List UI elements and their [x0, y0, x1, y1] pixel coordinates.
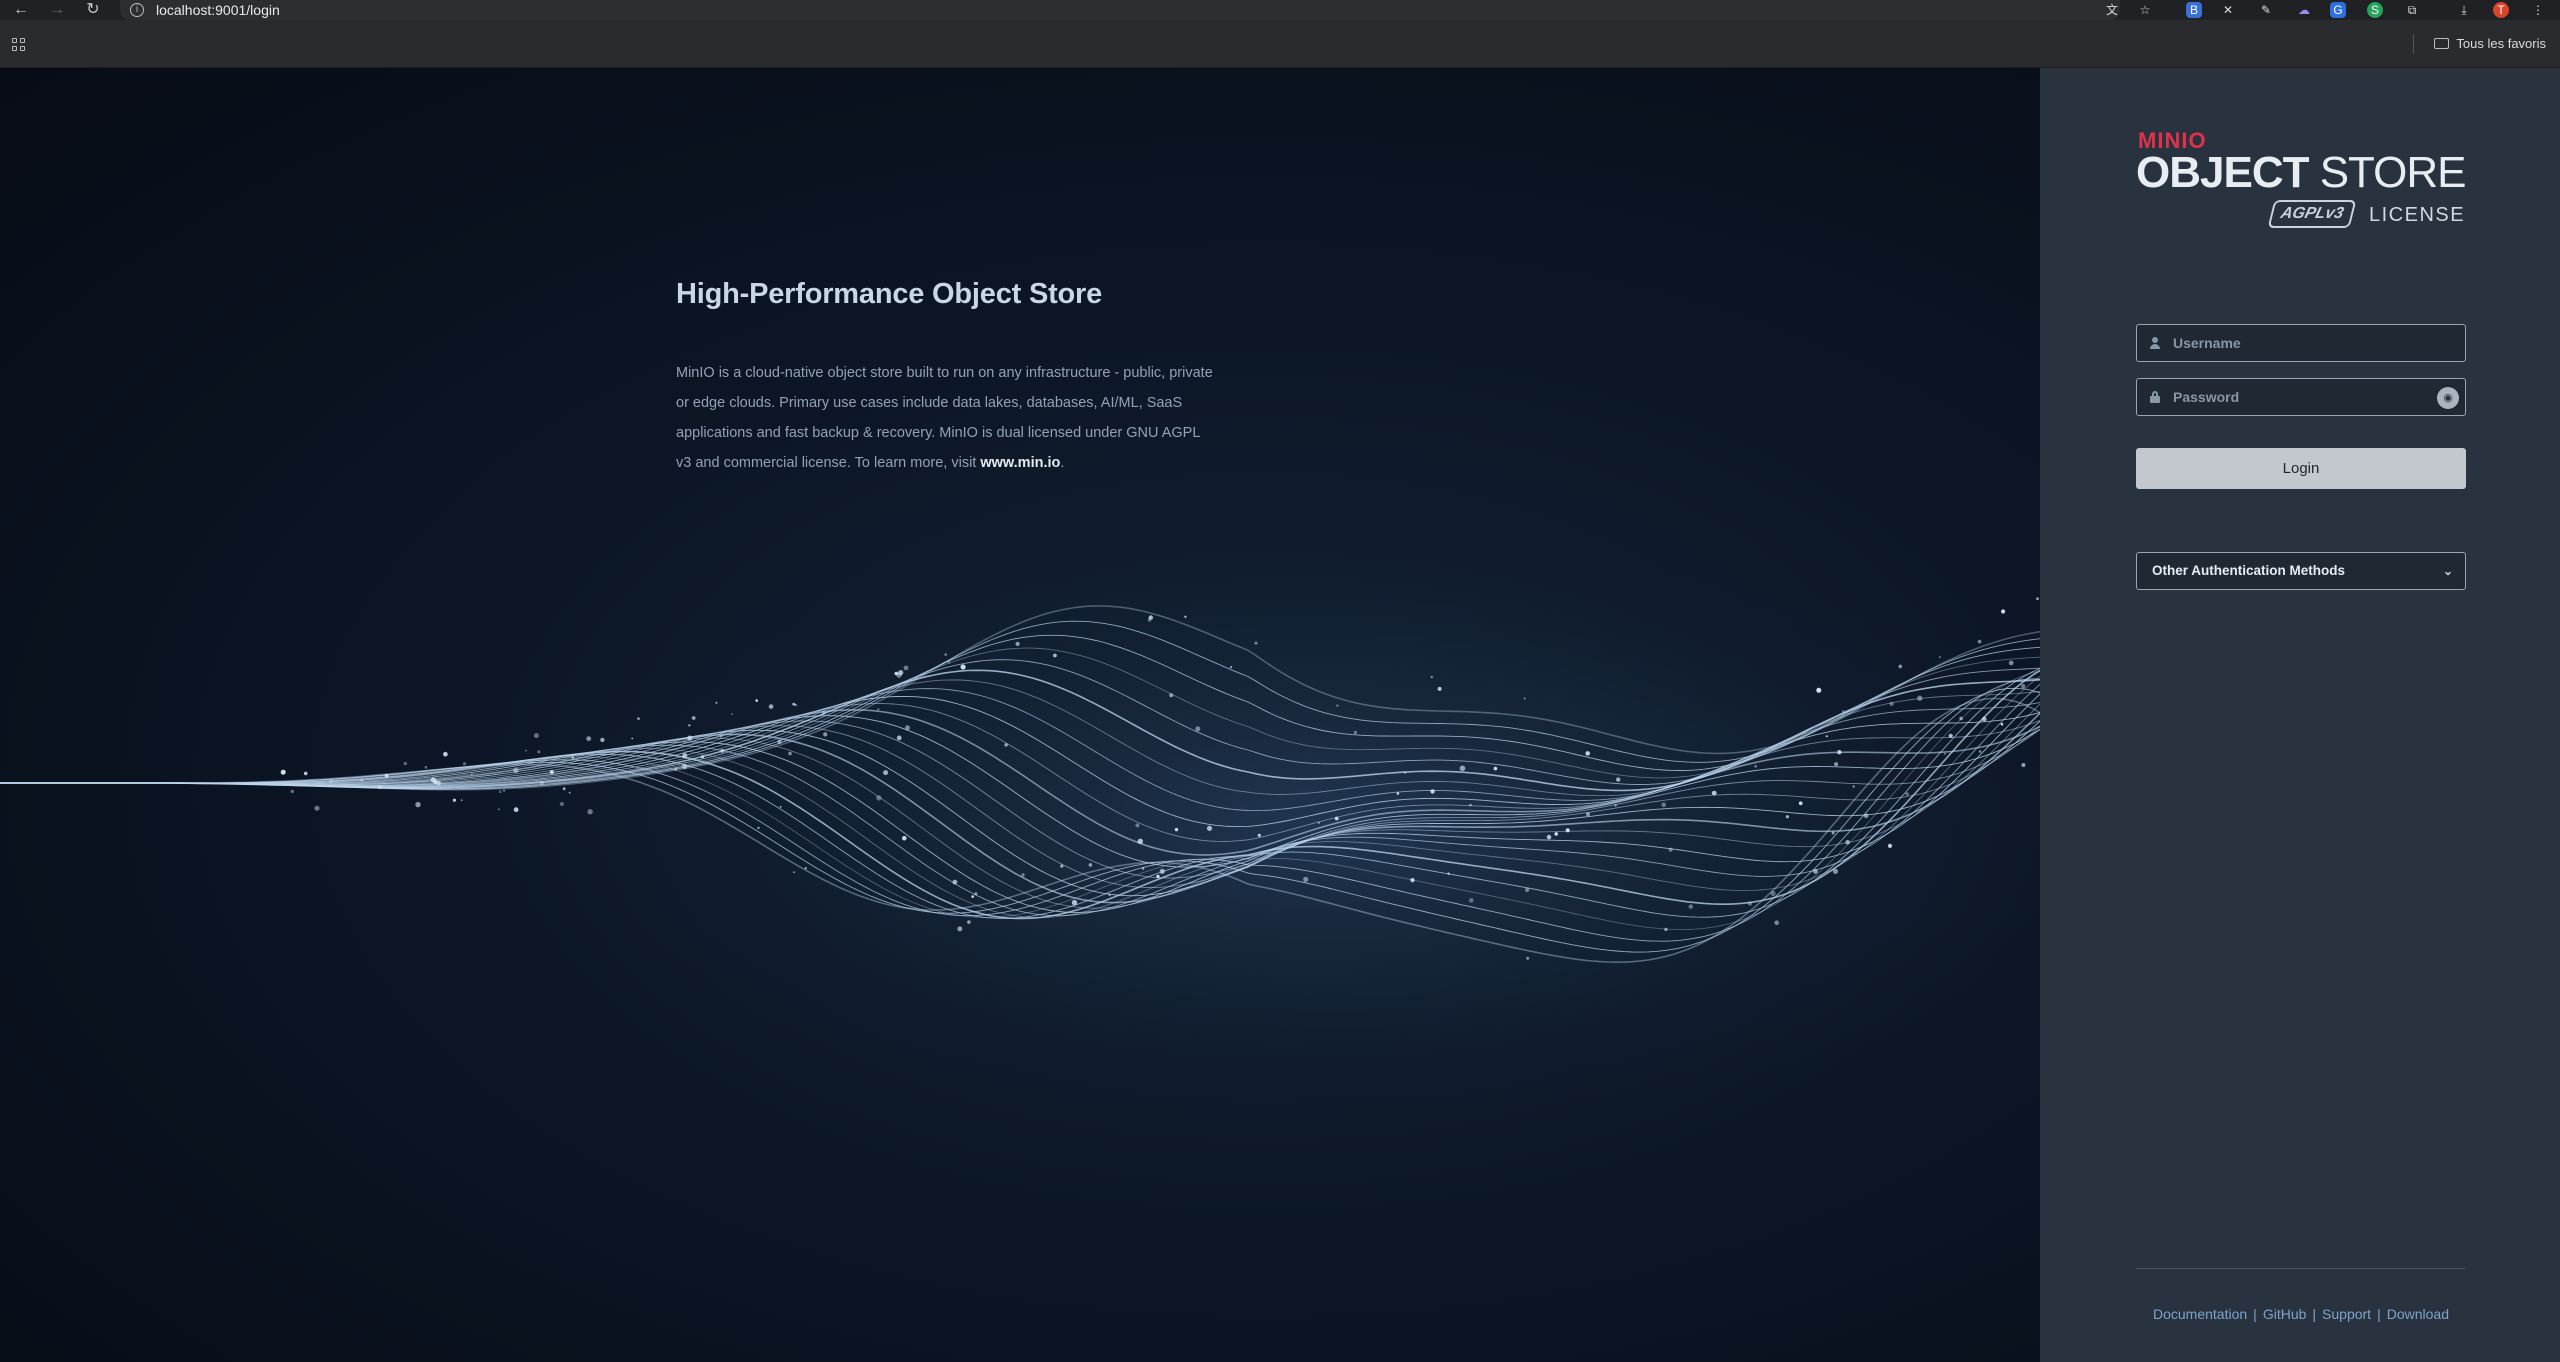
extension-icon[interactable]: S [2367, 2, 2383, 18]
all-bookmarks-folder[interactable]: Tous les favoris [2434, 36, 2546, 52]
footer-separator: | [2312, 1306, 2317, 1322]
extension-icon[interactable]: ☁ [2296, 2, 2312, 18]
extension-icon[interactable]: B [2186, 2, 2202, 18]
password-field[interactable]: ◉ [2136, 378, 2466, 416]
address-bar[interactable]: i localhost:9001/login [120, 0, 2120, 20]
username-field[interactable] [2136, 324, 2466, 362]
extension-icon[interactable]: G [2330, 2, 2346, 18]
agpl-badge: AGPLv3 [2267, 200, 2357, 228]
documentation-link[interactable]: Documentation [2153, 1306, 2247, 1322]
logo-license: LICENSE [2369, 204, 2466, 226]
password-input[interactable] [2171, 379, 2441, 415]
footer-divider [2136, 1268, 2466, 1269]
browser-toolbar: ← → ↻ i localhost:9001/login 文 ☆ B ✕ ✎ ☁… [0, 0, 2560, 20]
profile-avatar[interactable]: T [2493, 2, 2509, 18]
chevron-down-icon: ⌄ [2442, 564, 2453, 578]
hero-description-text: MinIO is a cloud-native object store bui… [676, 365, 1213, 471]
user-icon [2149, 337, 2161, 349]
bookmarks-divider [2413, 34, 2414, 54]
username-input[interactable] [2171, 325, 2441, 361]
minio-website-link[interactable]: www.min.io [980, 455, 1060, 471]
hero-description: MinIO is a cloud-native object store bui… [676, 358, 1216, 478]
apps-grid-icon[interactable] [12, 38, 26, 52]
download-icon[interactable]: ⤓ [2456, 2, 2472, 18]
all-bookmarks-label: Tous les favoris [2456, 36, 2546, 51]
url-text[interactable]: localhost:9001/login [156, 2, 280, 18]
footer-separator: | [2377, 1306, 2381, 1322]
hero-description-end: . [1060, 455, 1065, 471]
back-icon[interactable]: ← [8, 0, 34, 20]
extension-icon[interactable]: ✎ [2258, 2, 2274, 18]
extensions-puzzle-icon[interactable]: ⧉ [2404, 2, 2420, 18]
login-button[interactable]: Login [2136, 448, 2466, 489]
support-link[interactable]: Support [2322, 1306, 2371, 1322]
folder-icon [2434, 38, 2450, 49]
bookmark-star-icon[interactable]: ☆ [2137, 2, 2153, 18]
show-password-eye-icon[interactable]: ◉ [2437, 387, 2459, 409]
forward-icon[interactable]: → [44, 0, 70, 20]
browser-chrome: ← → ↻ i localhost:9001/login 文 ☆ B ✕ ✎ ☁… [0, 0, 2560, 68]
minio-logo: MINIO OBJECT STORE AGPLv3 LICENSE [2136, 128, 2467, 238]
extension-icon[interactable]: ✕ [2220, 2, 2236, 18]
other-auth-methods-dropdown[interactable]: Other Authentication Methods ⌄ [2136, 552, 2466, 590]
hero-panel: High-Performance Object Store MinIO is a… [0, 68, 2040, 1362]
other-auth-methods-label: Other Authentication Methods [2152, 563, 2345, 578]
bookmarks-bar: Tous les favoris [0, 20, 2560, 68]
menu-kebab-icon[interactable]: ⋮ [2530, 2, 2546, 18]
site-info-icon[interactable]: i [130, 3, 144, 17]
logo-product: OBJECT STORE [2136, 148, 2467, 197]
footer-separator: | [2253, 1306, 2257, 1322]
logo-product-bold: OBJECT [2136, 148, 2309, 197]
github-link[interactable]: GitHub [2263, 1306, 2307, 1322]
wave-illustration [0, 498, 2040, 1158]
login-panel: MINIO OBJECT STORE AGPLv3 LICENSE ◉ Logi… [2040, 68, 2560, 1362]
download-link[interactable]: Download [2387, 1306, 2449, 1322]
lock-icon [2149, 391, 2161, 403]
translate-icon[interactable]: 文 [2104, 2, 2120, 18]
logo-product-light: STORE [2308, 148, 2467, 197]
reload-icon[interactable]: ↻ [80, 0, 106, 20]
footer-links: Documentation | GitHub | Support | Download [2136, 1306, 2466, 1322]
hero-title: High-Performance Object Store [676, 278, 1103, 310]
